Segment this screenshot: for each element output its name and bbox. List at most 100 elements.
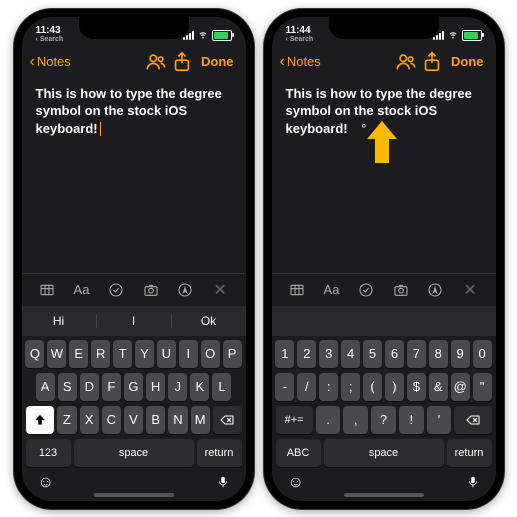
key-colon[interactable]: :	[319, 373, 338, 401]
camera-button[interactable]	[139, 278, 163, 302]
key-period[interactable]: .	[316, 406, 341, 434]
phone-right: 11:44 ‹ Search ‹ Notes	[264, 9, 504, 509]
share-button[interactable]	[421, 51, 443, 73]
table-button[interactable]	[35, 278, 59, 302]
key-semicolon[interactable]: ;	[341, 373, 360, 401]
space-key[interactable]: space	[324, 439, 444, 467]
key-b[interactable]: B	[146, 406, 165, 434]
suggestion-1[interactable]: Hi	[22, 314, 97, 328]
key-rparen[interactable]: )	[385, 373, 404, 401]
key-at[interactable]: @	[451, 373, 470, 401]
format-button[interactable]: Aa	[319, 278, 343, 302]
key-lparen[interactable]: (	[363, 373, 382, 401]
key-o[interactable]: O	[201, 340, 220, 368]
key-n[interactable]: N	[168, 406, 187, 434]
key-amp[interactable]: &	[429, 373, 448, 401]
home-indicator[interactable]	[94, 493, 174, 497]
key-m[interactable]: M	[191, 406, 210, 434]
key-5[interactable]: 5	[363, 340, 382, 368]
key-l[interactable]: L	[212, 373, 231, 401]
key-7[interactable]: 7	[407, 340, 426, 368]
key-k[interactable]: K	[190, 373, 209, 401]
key-t[interactable]: T	[113, 340, 132, 368]
close-format-button[interactable]: ✕	[458, 278, 482, 302]
key-g[interactable]: G	[124, 373, 143, 401]
collaborate-button[interactable]	[395, 51, 417, 73]
key-a[interactable]: A	[36, 373, 55, 401]
key-f[interactable]: F	[102, 373, 121, 401]
suggestion-3[interactable]: Ok	[172, 314, 246, 328]
table-button[interactable]	[285, 278, 309, 302]
backspace-key[interactable]	[454, 406, 491, 434]
key-slash[interactable]: /	[297, 373, 316, 401]
key-4[interactable]: 4	[341, 340, 360, 368]
chevron-left-icon: ‹	[280, 54, 285, 70]
key-2[interactable]: 2	[297, 340, 316, 368]
emoji-button[interactable]: ☺	[288, 474, 304, 495]
key-3[interactable]: 3	[319, 340, 338, 368]
format-button[interactable]: Aa	[69, 278, 93, 302]
screen: 11:43 ‹ Search ‹ Notes	[22, 17, 246, 501]
collaborate-button[interactable]	[145, 51, 167, 73]
symbols-key[interactable]: #+=	[276, 406, 313, 434]
key-u[interactable]: U	[157, 340, 176, 368]
dictation-button[interactable]	[216, 474, 230, 495]
dictation-button[interactable]	[466, 474, 480, 495]
share-button[interactable]	[171, 51, 193, 73]
key-p[interactable]: P	[223, 340, 242, 368]
key-9[interactable]: 9	[451, 340, 470, 368]
key-x[interactable]: X	[80, 406, 99, 434]
key-r[interactable]: R	[91, 340, 110, 368]
key-q[interactable]: Q	[25, 340, 44, 368]
suggestion-2[interactable]: I	[97, 314, 172, 328]
key-apostrophe[interactable]: '	[427, 406, 452, 434]
key-8[interactable]: 8	[429, 340, 448, 368]
key-0[interactable]: 0	[473, 340, 492, 368]
emoji-button[interactable]: ☺	[38, 474, 54, 495]
camera-button[interactable]	[389, 278, 413, 302]
shift-key[interactable]	[26, 406, 55, 434]
mode-key[interactable]: ABC	[276, 439, 321, 467]
key-c[interactable]: C	[102, 406, 121, 434]
key-w[interactable]: W	[47, 340, 66, 368]
markup-button[interactable]	[173, 278, 197, 302]
key-question[interactable]: ?	[371, 406, 396, 434]
key-y[interactable]: Y	[135, 340, 154, 368]
key-z[interactable]: Z	[57, 406, 76, 434]
return-key[interactable]: return	[447, 439, 492, 467]
key-dash[interactable]: -	[275, 373, 294, 401]
key-6[interactable]: 6	[385, 340, 404, 368]
key-d[interactable]: D	[80, 373, 99, 401]
note-content[interactable]: This is how to type the degree symbol on…	[272, 79, 496, 273]
backspace-key[interactable]	[213, 406, 242, 434]
key-j[interactable]: J	[168, 373, 187, 401]
home-indicator[interactable]	[344, 493, 424, 497]
status-indicators	[183, 28, 232, 43]
return-key[interactable]: return	[197, 439, 242, 467]
markup-button[interactable]	[423, 278, 447, 302]
back-to-search[interactable]: ‹ Search	[286, 36, 314, 43]
key-s[interactable]: S	[58, 373, 77, 401]
done-button[interactable]: Done	[197, 54, 238, 69]
key-quote[interactable]: "	[473, 373, 492, 401]
format-toolbar: Aa ✕	[272, 273, 496, 306]
mode-key[interactable]: 123	[26, 439, 71, 467]
close-format-button[interactable]: ✕	[208, 278, 232, 302]
key-v[interactable]: V	[124, 406, 143, 434]
key-h[interactable]: H	[146, 373, 165, 401]
key-comma[interactable]: ,	[343, 406, 368, 434]
done-button[interactable]: Done	[447, 54, 488, 69]
checklist-button[interactable]	[104, 278, 128, 302]
back-to-search[interactable]: ‹ Search	[36, 36, 64, 43]
share-icon	[171, 51, 193, 73]
back-button[interactable]: ‹ Notes	[30, 54, 71, 70]
key-e[interactable]: E	[69, 340, 88, 368]
back-button[interactable]: ‹ Notes	[280, 54, 321, 70]
key-dollar[interactable]: $	[407, 373, 426, 401]
key-exclaim[interactable]: !	[399, 406, 424, 434]
note-content[interactable]: This is how to type the degree symbol on…	[22, 79, 246, 273]
space-key[interactable]: space	[74, 439, 194, 467]
key-i[interactable]: I	[179, 340, 198, 368]
key-1[interactable]: 1	[275, 340, 294, 368]
checklist-button[interactable]	[354, 278, 378, 302]
